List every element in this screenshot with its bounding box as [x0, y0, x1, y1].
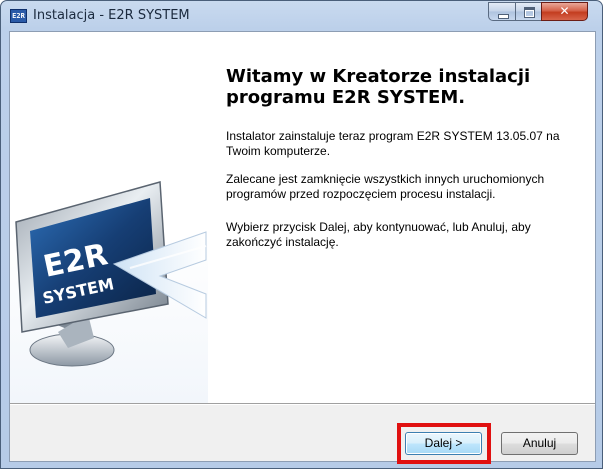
instructions-paragraph: Wybierz przycisk Dalej, aby kontynuować,…: [226, 220, 531, 249]
title-bar[interactable]: E2R Instalacja - E2R SYSTEM ✕: [1, 1, 602, 31]
installer-icon: E2R: [10, 9, 27, 23]
intro-paragraph: Instalator zainstaluje teraz program E2R…: [226, 129, 560, 158]
monitor-logo-icon: E2R SYSTEM: [15, 181, 207, 367]
wizard-content: Witamy w Kreatorze instalacji programu E…: [208, 32, 595, 403]
close-button[interactable]: ✕: [541, 2, 588, 21]
wizard-side-image: E2R SYSTEM: [10, 32, 208, 403]
minimize-button[interactable]: [488, 2, 516, 21]
maximize-icon: [524, 7, 535, 18]
window-title: Instalacja - E2R SYSTEM: [33, 8, 190, 23]
minimize-icon: [498, 14, 509, 19]
close-icon: ✕: [559, 4, 570, 18]
installer-window: E2R Instalacja - E2R SYSTEM ✕ E2R SYSTEM…: [0, 0, 603, 469]
close-apps-paragraph: Zalecane jest zamknięcie wszystkich inny…: [226, 172, 545, 201]
wizard-footer: Dalej > Anuluj: [10, 405, 595, 464]
next-button[interactable]: Dalej >: [405, 432, 482, 455]
cancel-button[interactable]: Anuluj: [501, 432, 578, 455]
maximize-button[interactable]: [515, 2, 542, 21]
wizard-client-area: E2R SYSTEM Witamy w Kreatorze instalacji…: [9, 31, 596, 464]
welcome-heading: Witamy w Kreatorze instalacji programu E…: [226, 66, 531, 108]
